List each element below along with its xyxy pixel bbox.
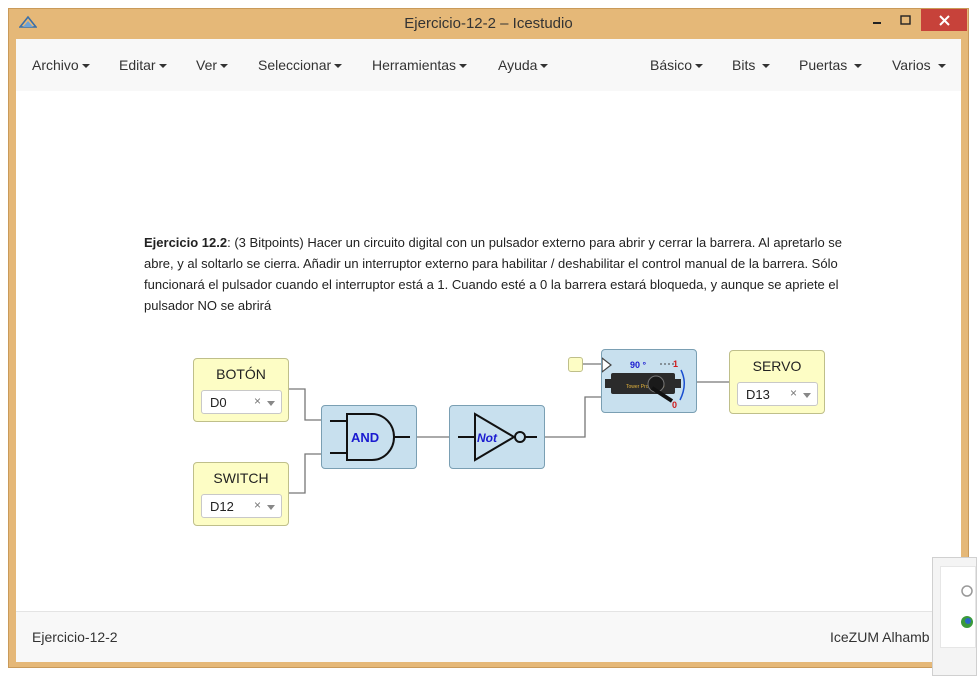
and-label: AND: [351, 430, 379, 445]
notification-tile: [940, 566, 976, 648]
menu-label: Ayuda: [498, 57, 538, 73]
menu-archivo[interactable]: Archivo: [32, 57, 90, 73]
title-bar[interactable]: Ejercicio-12-2 – Icestudio: [9, 9, 968, 39]
caret-down-icon: [220, 64, 229, 69]
menu-bits[interactable]: Bits: [732, 57, 771, 73]
minimize-icon: [873, 22, 881, 24]
menu-ver[interactable]: Ver: [196, 57, 229, 73]
not-label: Not: [477, 431, 498, 445]
app-window: Ejercicio-12-2 – Icestudio Archivo Edita…: [8, 8, 969, 668]
and-gate-block[interactable]: AND: [321, 405, 417, 469]
maximize-button[interactable]: [893, 9, 917, 31]
minimize-button[interactable]: [865, 9, 889, 31]
pin-value: D12: [210, 499, 234, 514]
pin-select[interactable]: D13 ×: [737, 382, 818, 406]
block-label: SERVO: [752, 358, 802, 374]
menu-editar[interactable]: Editar: [119, 57, 167, 73]
design-canvas[interactable]: Ejercicio 12.2: (3 Bitpoints) Hacer un c…: [16, 91, 961, 611]
menu-seleccionar[interactable]: Seleccionar: [258, 57, 343, 73]
dropdown-arrow-icon[interactable]: [267, 401, 275, 406]
not-gate-icon: Not: [458, 412, 537, 462]
caret-down-icon: [762, 64, 771, 69]
menu-label: Editar: [119, 57, 156, 73]
menu-label: Básico: [650, 57, 693, 73]
caret-down-icon: [334, 64, 343, 69]
dropdown-arrow-icon[interactable]: [267, 505, 275, 510]
clear-icon[interactable]: ×: [254, 394, 261, 408]
notification-popup[interactable]: [932, 557, 977, 676]
board-name[interactable]: IceZUM Alhamb: [830, 629, 930, 645]
caret-down-icon: [158, 64, 167, 69]
menu-label: Bits: [732, 57, 756, 73]
servo-driver-block[interactable]: 90 ° Tower Pro SG-90 1 0: [601, 349, 697, 413]
menu-label: Herramientas: [372, 57, 457, 73]
notification-icons: [961, 585, 973, 628]
menu-herramientas[interactable]: Herramientas: [372, 57, 468, 73]
not-gate-block[interactable]: Not: [449, 405, 545, 469]
menu-label: Puertas: [799, 57, 848, 73]
menu-label: Ver: [196, 57, 218, 73]
pin-value: D13: [746, 387, 770, 402]
close-button[interactable]: [921, 9, 967, 31]
menu-label: Varios: [892, 57, 931, 73]
app-client: Archivo Editar Ver Seleccionar Herramien…: [16, 39, 961, 662]
menu-label: Seleccionar: [258, 57, 332, 73]
servo-angle: 90 °: [630, 360, 647, 370]
servo-one: 1: [673, 359, 678, 369]
caret-down-icon: [854, 64, 863, 69]
pin-select[interactable]: D0 ×: [201, 390, 282, 414]
window-title: Ejercicio-12-2 – Icestudio: [404, 15, 573, 32]
menu-bar: Archivo Editar Ver Seleccionar Herramien…: [16, 39, 961, 92]
maximize-icon: [899, 15, 911, 25]
menu-varios[interactable]: Varios: [892, 57, 946, 73]
menu-label: Archivo: [32, 57, 79, 73]
input-block-boton[interactable]: BOTÓN D0 ×: [193, 358, 289, 422]
clear-icon[interactable]: ×: [790, 386, 797, 400]
close-icon: [938, 14, 950, 26]
status-bar: Ejercicio-12-2 IceZUM Alhamb: [16, 611, 961, 662]
dropdown-arrow-icon[interactable]: [803, 393, 811, 398]
caret-down-icon: [937, 64, 946, 69]
and-gate-icon: AND: [330, 413, 410, 461]
output-block-servo[interactable]: SERVO D13 ×: [729, 350, 825, 414]
project-name: Ejercicio-12-2: [32, 629, 118, 645]
caret-down-icon: [459, 64, 468, 69]
servo-input-port[interactable]: [568, 357, 583, 372]
menu-ayuda[interactable]: Ayuda: [498, 57, 549, 73]
pin-value: D0: [210, 395, 227, 410]
block-label: SWITCH: [213, 470, 269, 486]
clear-icon[interactable]: ×: [254, 498, 261, 512]
pin-select[interactable]: D12 ×: [201, 494, 282, 518]
caret-down-icon: [81, 64, 90, 69]
input-block-switch[interactable]: SWITCH D12 ×: [193, 462, 289, 526]
servo-zero: 0: [672, 400, 677, 410]
menu-basico[interactable]: Básico: [650, 57, 704, 73]
caret-down-icon: [540, 64, 549, 69]
servo-icon: 90 ° Tower Pro SG-90 1 0: [601, 356, 685, 410]
menu-puertas[interactable]: Puertas: [799, 57, 863, 73]
caret-down-icon: [695, 64, 704, 69]
block-label: BOTÓN: [216, 366, 266, 382]
